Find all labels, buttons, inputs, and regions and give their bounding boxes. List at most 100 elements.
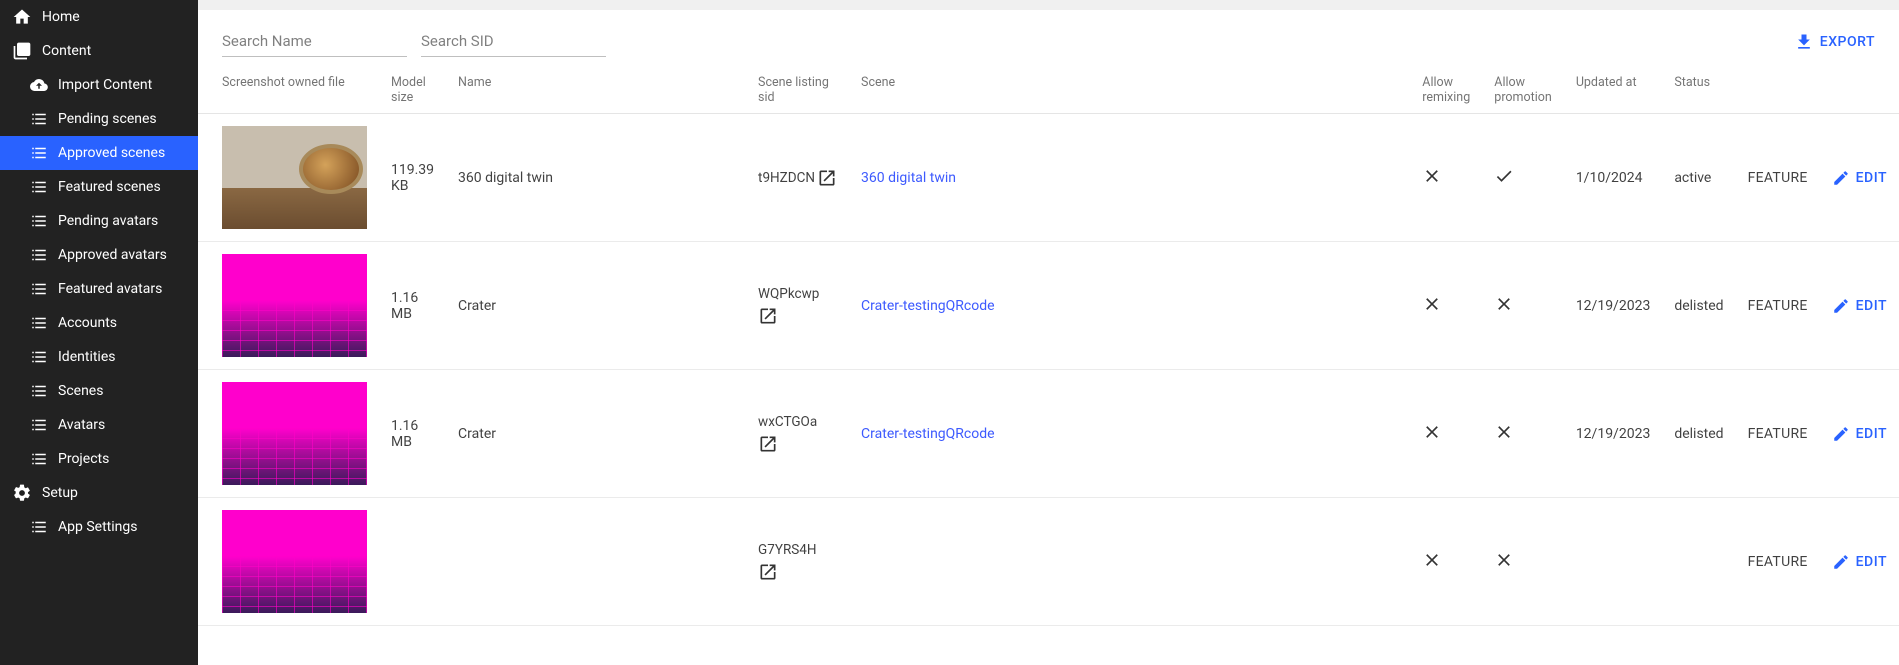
col-screenshot[interactable]: Screenshot owned file bbox=[198, 67, 379, 114]
open-external-icon[interactable] bbox=[758, 306, 778, 326]
open-external-icon[interactable] bbox=[817, 168, 837, 188]
sidebar-item-import content[interactable]: Import Content bbox=[0, 68, 198, 102]
sidebar-item-content[interactable]: Content bbox=[0, 34, 198, 68]
home-icon bbox=[12, 7, 32, 27]
cloud-icon bbox=[30, 76, 48, 94]
sidebar-item-label: Featured scenes bbox=[58, 179, 161, 195]
list-icon bbox=[30, 416, 48, 434]
sidebar-item-label: Setup bbox=[42, 485, 78, 501]
sidebar-item-home[interactable]: Home bbox=[0, 0, 198, 34]
sidebar-item-scenes[interactable]: Scenes bbox=[0, 374, 198, 408]
thumbnail[interactable] bbox=[222, 254, 367, 357]
download-icon bbox=[1794, 32, 1814, 52]
sidebar-item-approved avatars[interactable]: Approved avatars bbox=[0, 238, 198, 272]
sid-text: t9HZDCN bbox=[758, 170, 815, 186]
col-status[interactable]: Status bbox=[1662, 67, 1735, 114]
open-external-icon[interactable] bbox=[758, 562, 778, 582]
sid-text: wxCTGOa bbox=[758, 414, 817, 430]
col-name[interactable]: Name bbox=[446, 67, 746, 114]
sid-cell: WQPkcwp bbox=[758, 286, 837, 326]
col-allow-remixing[interactable]: Allow remixing bbox=[1410, 67, 1482, 114]
name-cell: Crater bbox=[446, 242, 746, 370]
close-icon bbox=[1494, 294, 1514, 314]
sid-cell: wxCTGOa bbox=[758, 414, 837, 454]
edit-label: EDIT bbox=[1856, 426, 1887, 442]
sidebar-item-setup[interactable]: Setup bbox=[0, 476, 198, 510]
model-size-cell: 119.39 KB bbox=[379, 114, 446, 242]
list-icon bbox=[30, 212, 48, 230]
export-button[interactable]: EXPORT bbox=[1794, 32, 1875, 52]
sidebar-item-label: Accounts bbox=[58, 315, 117, 331]
updated-at-cell: 12/19/2023 bbox=[1564, 242, 1663, 370]
open-external-icon[interactable] bbox=[758, 434, 778, 454]
sid-cell: t9HZDCN bbox=[758, 168, 837, 188]
list-icon bbox=[30, 382, 48, 400]
col-sid[interactable]: Scene listing sid bbox=[746, 67, 849, 114]
sidebar-item-pending avatars[interactable]: Pending avatars bbox=[0, 204, 198, 238]
sidebar-item-projects[interactable]: Projects bbox=[0, 442, 198, 476]
content-area: EXPORT Screenshot owned file Model size … bbox=[198, 0, 1899, 665]
scene-link[interactable]: 360 digital twin bbox=[861, 170, 956, 186]
sidebar-item-avatars[interactable]: Avatars bbox=[0, 408, 198, 442]
sidebar-item-label: Home bbox=[42, 9, 80, 25]
sidebar-item-label: Approved avatars bbox=[58, 247, 167, 263]
thumbnail[interactable] bbox=[222, 126, 367, 229]
feature-button[interactable]: FEATURE bbox=[1748, 170, 1808, 186]
close-icon bbox=[1422, 550, 1442, 570]
edit-label: EDIT bbox=[1856, 554, 1887, 570]
col-allow-promotion[interactable]: Allow promotion bbox=[1482, 67, 1564, 114]
pencil-icon bbox=[1832, 169, 1850, 187]
thumbnail[interactable] bbox=[222, 382, 367, 485]
edit-button[interactable]: EDIT bbox=[1832, 425, 1887, 443]
close-icon bbox=[1422, 294, 1442, 314]
pencil-icon bbox=[1832, 553, 1850, 571]
edit-button[interactable]: EDIT bbox=[1832, 553, 1887, 571]
thumbnail[interactable] bbox=[222, 510, 367, 613]
search-sid-input[interactable] bbox=[421, 26, 606, 57]
sidebar-item-label: Identities bbox=[58, 349, 115, 365]
updated-at-cell bbox=[1564, 498, 1663, 626]
feature-button[interactable]: FEATURE bbox=[1748, 426, 1808, 442]
table-row: 1.16 MB Crater wxCTGOa Crater-testingQRc… bbox=[198, 370, 1899, 498]
list-icon bbox=[30, 144, 48, 162]
close-icon bbox=[1494, 550, 1514, 570]
list-icon bbox=[30, 178, 48, 196]
updated-at-cell: 1/10/2024 bbox=[1564, 114, 1663, 242]
col-scene[interactable]: Scene bbox=[849, 67, 1410, 114]
sidebar-item-label: Approved scenes bbox=[58, 145, 165, 161]
top-spacer bbox=[198, 0, 1899, 10]
sidebar: Home Content Import Content Pending scen… bbox=[0, 0, 198, 665]
sidebar-item-featured scenes[interactable]: Featured scenes bbox=[0, 170, 198, 204]
table-wrap[interactable]: Screenshot owned file Model size Name Sc… bbox=[198, 67, 1899, 665]
feature-button[interactable]: FEATURE bbox=[1748, 554, 1808, 570]
feature-button[interactable]: FEATURE bbox=[1748, 298, 1808, 314]
sidebar-item-label: Pending avatars bbox=[58, 213, 158, 229]
sidebar-item-label: Projects bbox=[58, 451, 109, 467]
col-model-size[interactable]: Model size bbox=[379, 67, 446, 114]
search-name-input[interactable] bbox=[222, 26, 407, 57]
sidebar-item-approved scenes[interactable]: Approved scenes bbox=[0, 136, 198, 170]
model-size-cell: 1.16 MB bbox=[379, 370, 446, 498]
edit-button[interactable]: EDIT bbox=[1832, 297, 1887, 315]
list-icon bbox=[30, 450, 48, 468]
sidebar-item-app settings[interactable]: App Settings bbox=[0, 510, 198, 544]
gear-icon bbox=[12, 483, 32, 503]
sidebar-item-featured avatars[interactable]: Featured avatars bbox=[0, 272, 198, 306]
status-cell bbox=[1662, 498, 1735, 626]
sidebar-item-pending scenes[interactable]: Pending scenes bbox=[0, 102, 198, 136]
sidebar-item-identities[interactable]: Identities bbox=[0, 340, 198, 374]
edit-label: EDIT bbox=[1856, 298, 1887, 314]
list-icon bbox=[30, 110, 48, 128]
close-icon bbox=[1494, 422, 1514, 442]
sidebar-item-label: Content bbox=[42, 43, 91, 59]
sidebar-item-label: Scenes bbox=[58, 383, 103, 399]
edit-button[interactable]: EDIT bbox=[1832, 169, 1887, 187]
sidebar-item-label: Pending scenes bbox=[58, 111, 157, 127]
pencil-icon bbox=[1832, 425, 1850, 443]
scene-link[interactable]: Crater-testingQRcode bbox=[861, 426, 995, 442]
scene-link[interactable]: Crater-testingQRcode bbox=[861, 298, 995, 314]
col-updated-at[interactable]: Updated at bbox=[1564, 67, 1663, 114]
sid-cell: G7YRS4H bbox=[758, 542, 837, 582]
table-row: G7YRS4H FEATURE EDIT bbox=[198, 498, 1899, 626]
sidebar-item-accounts[interactable]: Accounts bbox=[0, 306, 198, 340]
